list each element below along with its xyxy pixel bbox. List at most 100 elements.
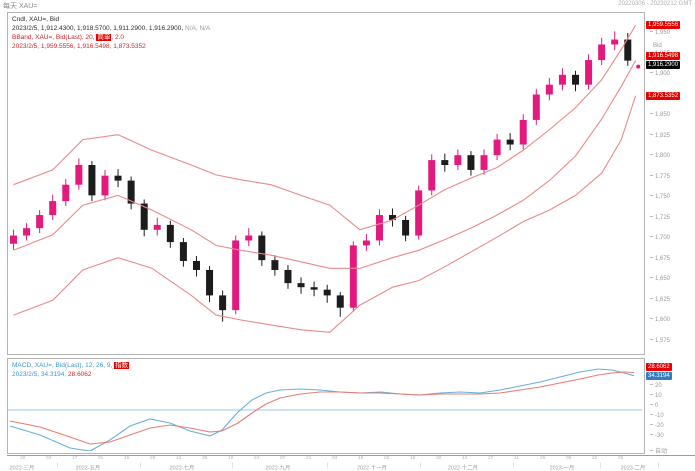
candle-body [311, 287, 318, 289]
chart-title: 每天 XAU= [3, 1, 37, 11]
legend-text: Cndl, XAU=, Bid [12, 16, 59, 23]
day-tick-label: 20 [20, 456, 25, 461]
time-axis[interactable]: 2003170115291226102407210418021630132711… [0, 456, 695, 471]
price-tick-label: 1,675 [650, 256, 670, 262]
candle-body [232, 240, 239, 310]
candle-body [219, 295, 226, 310]
day-tick-label: 26 [202, 456, 207, 461]
candle-body [337, 295, 344, 307]
candle-body [180, 242, 187, 261]
candle-body [49, 201, 56, 215]
candle-body [363, 240, 370, 245]
macd-badge: 34.3194 [646, 372, 672, 380]
month-separator: | [420, 463, 422, 469]
month-separator: | [140, 463, 142, 469]
candle-body [598, 44, 605, 60]
candle-body [441, 160, 448, 165]
macd-badge: 28.6062 [646, 363, 672, 371]
auto-scale-label[interactable]: 自动 [650, 446, 667, 455]
macd-tick-label: 0 [650, 403, 658, 409]
day-tick-label: 17 [72, 456, 77, 461]
candle-body [572, 75, 579, 85]
price-tick-label: 1,575 [650, 338, 670, 344]
candle-body [10, 236, 17, 244]
month-separator: | [513, 463, 515, 469]
candle-body [481, 155, 488, 170]
day-tick-label: 18 [358, 456, 363, 461]
candle-body [193, 261, 200, 270]
month-separator: | [232, 463, 234, 469]
month-separator: | [658, 463, 660, 469]
day-tick-label: 13 [462, 456, 467, 461]
candle-body [258, 236, 265, 261]
day-tick-label: 30 [436, 456, 441, 461]
day-tick-label: 11 [514, 456, 519, 461]
day-tick-label: 16 [410, 456, 415, 461]
day-tick-label: 12 [176, 456, 181, 461]
day-tick-label: 27 [488, 456, 493, 461]
price-tick-label: 1,700 [650, 235, 670, 241]
macd-axis[interactable]: 20100-10-20-3028.606234.3194自动 [645, 358, 695, 455]
candle-body [245, 236, 252, 241]
month-tick-label: 2022-十一月 [341, 463, 404, 471]
month-separator: | [327, 463, 329, 469]
day-tick-label: 24 [254, 456, 259, 461]
candle-body [167, 225, 174, 242]
candle-body [88, 165, 95, 195]
candle-body [101, 176, 108, 196]
day-tick-label: 05 [618, 456, 623, 461]
macd-legend[interactable]: MACD, XAU=, Bid(Last), 12, 26, 9, 指数2023… [12, 361, 129, 379]
macd-tick-label: -20 [650, 423, 664, 429]
macd-tick-label: 10 [650, 393, 662, 399]
day-tick-label: 22 [592, 456, 597, 461]
candle-body [271, 260, 278, 270]
candle-body [23, 228, 30, 235]
candle-body [115, 176, 122, 181]
candle-body [611, 40, 618, 45]
day-tick-label: 02 [384, 456, 389, 461]
price-legend[interactable]: Cndl, XAU=, Bid2023/2/5, 1,912.4300, 1,9… [12, 15, 210, 51]
legend-text: 简单 [96, 34, 111, 41]
day-tick-label: 29 [150, 456, 155, 461]
macd-tick-label: -30 [650, 433, 664, 439]
last-price-dot [636, 65, 640, 69]
candle-body [154, 225, 161, 230]
candle-body [546, 85, 553, 95]
price-tick-label: 1,750 [650, 194, 670, 200]
month-tick-label: 2022-五月 [57, 463, 120, 471]
legend-text: 2023/2/5, 34.3194, [12, 371, 68, 378]
price-badge: 1,916.5498 [646, 52, 680, 60]
price-legend-line: Cndl, XAU=, Bid [12, 15, 210, 24]
candle-body [559, 75, 566, 85]
price-panel[interactable]: Cndl, XAU=, Bid2023/2/5, 1,912.4300, 1,9… [7, 12, 645, 355]
bband-lower-line [14, 96, 636, 333]
bband-upper-line [14, 25, 636, 230]
candle-body [350, 245, 357, 307]
candle-body [376, 215, 383, 240]
price-tick-label: 1,900 [650, 71, 670, 77]
macd-panel[interactable]: MACD, XAU=, Bid(Last), 12, 26, 9, 指数2023… [7, 358, 645, 454]
candle-body [520, 120, 527, 145]
macd-legend-line: MACD, XAU=, Bid(Last), 12, 26, 9, 指数 [12, 361, 129, 370]
price-tick-label: 1,625 [650, 297, 670, 303]
candlestick-chart[interactable] [8, 13, 642, 352]
candle-body [206, 270, 213, 295]
price-axis[interactable]: 1,9501,9251,9001,8501,8251,8001,7751,750… [645, 12, 695, 355]
price-tick-label: 1,725 [650, 215, 670, 221]
month-separator: | [57, 463, 59, 469]
price-tick-label: 1,800 [650, 153, 670, 159]
candle-body [454, 155, 461, 165]
day-tick-label: 03 [46, 456, 51, 461]
candle-body [533, 95, 540, 120]
month-tick-label: 2022-九月 [247, 463, 310, 471]
candle-body [507, 140, 514, 145]
month-separator: | [600, 463, 602, 469]
price-badge: 1,873.5352 [646, 92, 680, 100]
macd-tick-label: 20 [650, 383, 662, 389]
macd-legend-line: 2023/2/5, 34.3194, 28.6062 [12, 370, 129, 379]
candle-body [467, 155, 474, 170]
legend-text: MACD, XAU=, Bid(Last), 12, 26, 9, [12, 362, 114, 369]
price-tick-label: 1,600 [650, 317, 670, 323]
price-tick-label: 1,775 [650, 174, 670, 180]
day-tick-label: 04 [332, 456, 337, 461]
